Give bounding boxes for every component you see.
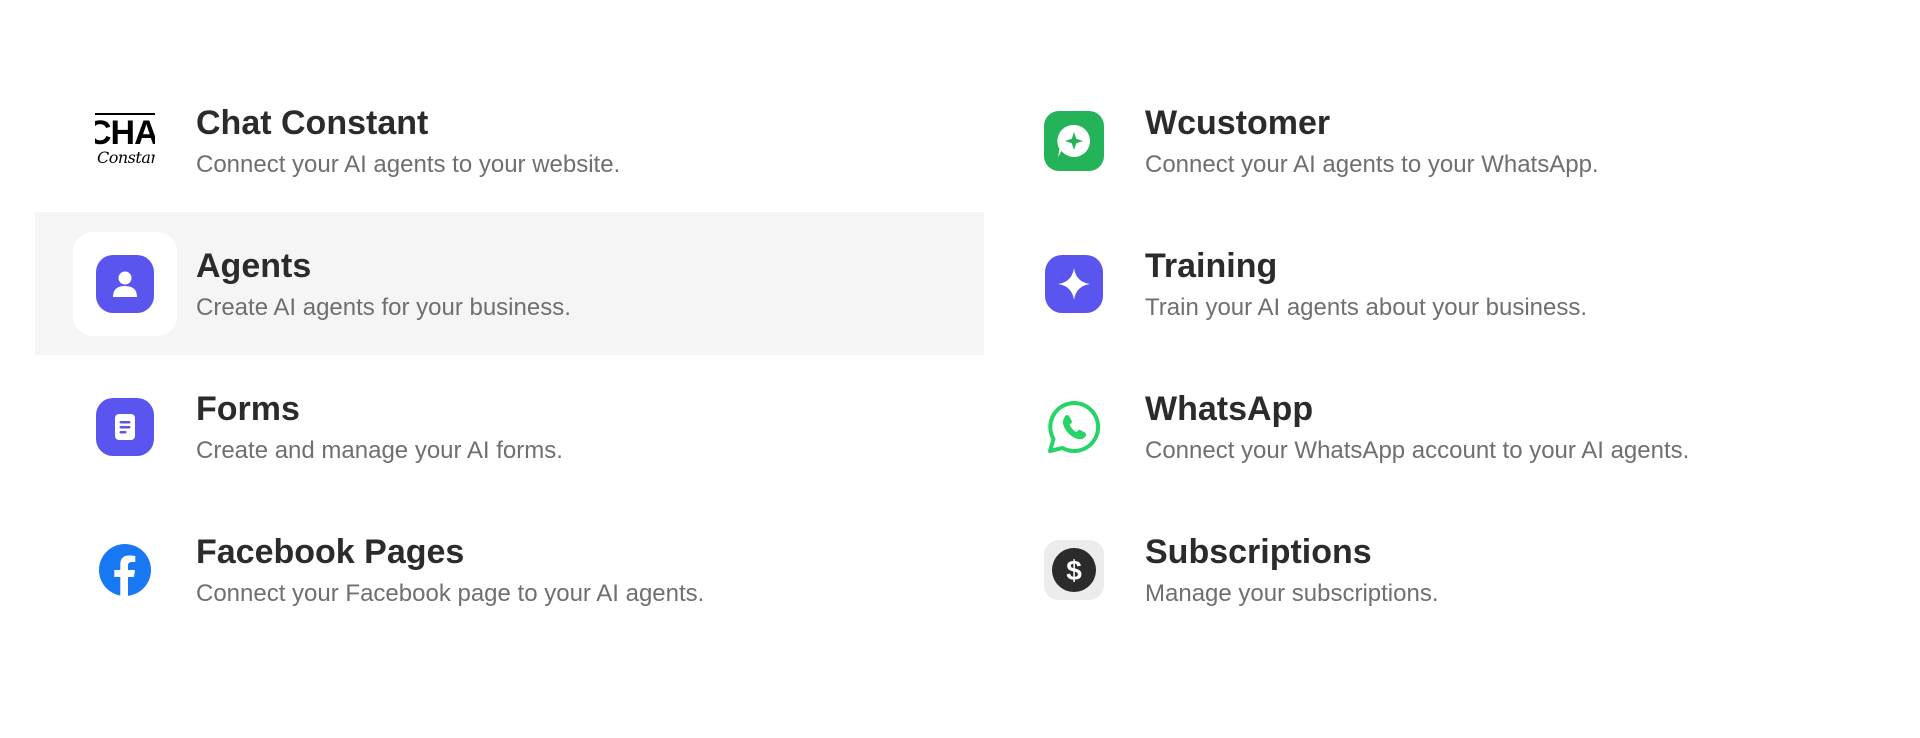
menu-item-description: Connect your Facebook page to your AI ag… [196,579,705,607]
menu-item-title: Agents [196,246,312,285]
chat-constant-logo: CHA Constant [95,112,155,167]
menu-item-description: Connect your AI agents to your WhatsApp. [1145,150,1599,178]
menu-item-agents[interactable]: Agents Create AI agents for your busines… [35,212,984,355]
icon-container [73,231,177,336]
menu-item-title: Wcustomer [1145,103,1331,142]
menu-item-description: Manage your subscriptions. [1145,579,1439,607]
wcustomer-icon [1044,110,1104,171]
icon-container [1022,375,1126,479]
user-icon [96,254,154,313]
menu-item-forms[interactable]: Forms Create and manage your AI forms. [35,355,984,498]
menu-item-whatsapp[interactable]: WhatsApp Connect your WhatsApp account t… [984,355,1920,498]
menu-item-title: Subscriptions [1145,532,1372,571]
menu-item-wcustomer[interactable]: Wcustomer Connect your AI agents to your… [984,69,1920,212]
icon-container: $ [1022,518,1126,622]
facebook-icon [99,543,151,596]
menu-grid: CHA Constant Chat Constant Connect your … [35,69,1920,641]
svg-text:$: $ [1066,555,1082,586]
menu-item-title: Forms [196,389,300,428]
menu-item-title: Training [1145,246,1278,285]
menu-item-facebook-pages[interactable]: Facebook Pages Connect your Facebook pag… [35,498,984,641]
menu-item-title: Facebook Pages [196,532,465,571]
menu-item-training[interactable]: Training Train your AI agents about your… [984,212,1920,355]
sparkle-icon [1045,254,1103,313]
menu-item-description: Connect your AI agents to your website. [196,150,621,178]
menu-item-title: WhatsApp [1145,389,1314,428]
document-icon [96,397,154,456]
menu-item-description: Create AI agents for your business. [196,293,571,321]
menu-item-description: Train your AI agents about your business… [1145,293,1588,321]
icon-container [1022,89,1126,193]
icon-container: CHA Constant [73,89,177,193]
menu-item-title: Chat Constant [196,103,429,142]
dollar-icon: $ [1044,539,1104,600]
menu-item-chat-constant[interactable]: CHA Constant Chat Constant Connect your … [35,69,984,212]
menu-item-subscriptions[interactable]: $ Subscriptions Manage your subscription… [984,498,1920,641]
whatsapp-icon [1048,400,1101,453]
icon-container [73,518,177,622]
icon-container [1022,232,1126,336]
icon-container [73,375,177,479]
menu-item-description: Create and manage your AI forms. [196,436,563,464]
menu-item-description: Connect your WhatsApp account to your AI… [1145,436,1690,464]
integrations-page: CHA Constant Chat Constant Connect your … [0,0,1920,738]
